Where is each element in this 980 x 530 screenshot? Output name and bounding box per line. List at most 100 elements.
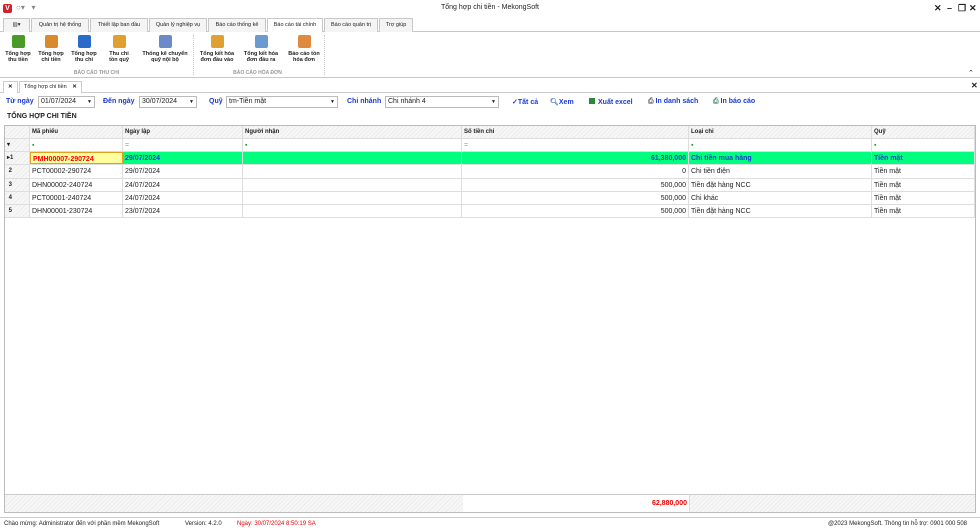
table-row[interactable]: ▸1 PMH00007-290724 29/07/2024 61,380,000 Chi… xyxy=(5,152,975,166)
cell-so-tien-chi[interactable]: 0 xyxy=(462,165,689,178)
filter-row: ▾ ▪ = ▪ = ▪ ▪ xyxy=(5,139,975,152)
cell-ma-phieu[interactable]: PCT00001-240724 xyxy=(30,191,123,205)
cell-ngay-lap[interactable]: 29/07/2024 xyxy=(123,152,243,165)
excel-icon xyxy=(589,98,595,104)
view-button[interactable]: 🔍︎Xem xyxy=(550,98,574,106)
tab-management[interactable]: Báo cáo quản trị xyxy=(324,18,378,32)
row-number: 1 xyxy=(10,155,14,161)
filter-equals-icon[interactable]: = xyxy=(462,139,689,151)
fund-select[interactable]: tm-Tiền mặt ▼ xyxy=(226,96,338,108)
table-row[interactable]: 3 DHN00002-240724 24/07/2024 500,000 Tiền đặ… xyxy=(5,178,975,192)
cell-nguoi-nhan[interactable] xyxy=(243,152,462,165)
cell-quy[interactable]: Tiền mặt xyxy=(872,178,975,191)
chart-icon xyxy=(77,35,91,48)
tab-system[interactable]: Quản trị hệ thống xyxy=(31,18,89,32)
to-date-picker[interactable]: 30/07/2024 ▼ xyxy=(139,96,197,108)
cell-ma-phieu[interactable]: DHN00002-240724 xyxy=(30,178,123,191)
print-list-label: In danh sách xyxy=(655,98,699,105)
cell-ngay-lap[interactable]: 29/07/2024 xyxy=(123,165,243,178)
title-bar: V ○▾ ▾ Tổng hợp chi tiền - MekongSoft ✕ … xyxy=(0,0,980,17)
column-header-ngay-lap[interactable]: Ngày lập xyxy=(123,126,243,138)
view-label: Xem xyxy=(558,99,574,106)
branch-select[interactable]: Chi nhánh 4 ▼ xyxy=(385,96,499,108)
button-label: chi tiền xyxy=(41,57,61,63)
print-report-button[interactable]: ⎙ In báo cáo xyxy=(713,98,755,106)
cell-nguoi-nhan[interactable] xyxy=(243,165,462,178)
table-row[interactable]: 4 PCT00001-240724 24/07/2024 500,000 Chi khá… xyxy=(5,191,975,206)
close-doc-icon[interactable]: ✕ xyxy=(971,81,978,90)
report-print-icon: ⎙ xyxy=(713,98,721,105)
print-list-button[interactable]: ⎙ In danh sách xyxy=(648,98,698,106)
from-date-picker[interactable]: 01/07/2024 ▼ xyxy=(38,96,95,108)
column-header-quy[interactable]: Quỹ xyxy=(872,126,975,138)
filter-row-icon: ▾ xyxy=(5,139,30,151)
tab-setup[interactable]: Thiết lập ban đầu xyxy=(90,18,148,32)
tong-hop-thu-chi-button[interactable]: Tổng hợp thu chi xyxy=(70,35,98,63)
cell-ngay-lap[interactable]: 24/07/2024 xyxy=(123,178,243,191)
close-icon[interactable]: ✕ xyxy=(934,3,942,14)
cell-loai-chi[interactable]: Chi tiền mua hàng xyxy=(689,152,872,165)
data-grid: Mã phiếu Ngày lập Người nhận Số tiền chi Loạ… xyxy=(4,125,976,513)
cell-ngay-lap[interactable]: 24/07/2024 xyxy=(123,191,243,205)
collapse-ribbon-icon[interactable]: ⌃ xyxy=(968,69,974,77)
doc-tab-label: Tổng hợp chi tiền xyxy=(24,84,67,90)
minimize-icon[interactable]: – xyxy=(947,3,952,13)
table-row[interactable]: 5 DHN00001-230724 23/07/2024 500,000 Tiền đặ… xyxy=(5,205,975,219)
cell-loai-chi[interactable]: Chi khác xyxy=(689,191,872,205)
export-excel-button[interactable]: Xuất excel xyxy=(589,98,633,106)
row-indicator: 5 xyxy=(5,205,30,218)
restore-icon[interactable]: ❐ xyxy=(958,3,966,14)
cell-ngay-lap[interactable]: 23/07/2024 xyxy=(123,205,243,218)
column-header-nguoi-nhan[interactable]: Người nhận xyxy=(243,126,462,138)
filter-contains-icon[interactable]: ▪ xyxy=(30,139,123,151)
cell-quy[interactable]: Tiền mặt xyxy=(872,205,975,218)
thu-chi-ton-quy-button[interactable]: Thu chi tồn quỹ xyxy=(106,35,132,63)
cell-nguoi-nhan[interactable] xyxy=(243,205,462,218)
all-checkbox[interactable]: ✓Tất cả xyxy=(512,98,538,106)
column-header-loai-chi[interactable]: Loại chi xyxy=(689,126,872,138)
doc-tab-chi-tien[interactable]: Tổng hợp chi tiền ✕ xyxy=(19,81,82,93)
cell-so-tien-chi[interactable]: 500,000 xyxy=(462,178,689,191)
cell-quy[interactable]: Tiền mặt xyxy=(872,165,975,178)
tab-help[interactable]: Trợ giúp xyxy=(379,18,413,32)
filter-contains-icon[interactable]: ▪ xyxy=(243,139,462,151)
from-date-value: 01/07/2024 xyxy=(41,98,77,105)
cell-ma-phieu[interactable]: DHN00001-230724 xyxy=(30,205,123,218)
report-icon xyxy=(297,35,311,48)
cell-quy[interactable]: Tiền mặt xyxy=(872,152,975,165)
cell-so-tien-chi[interactable]: 61,380,000 xyxy=(462,152,689,165)
cell-so-tien-chi[interactable]: 500,000 xyxy=(462,191,689,205)
filter-contains-icon[interactable]: ▪ xyxy=(872,139,975,151)
cell-ma-phieu[interactable]: PCT00002-290724 xyxy=(30,165,123,178)
cell-ma-phieu[interactable]: PMH00007-290724 xyxy=(30,152,123,165)
cell-loai-chi[interactable]: Tiền đặt hàng NCC xyxy=(689,178,872,191)
tong-ket-hd-dau-vao-button[interactable]: Tổng kết hóa đơn đầu vào xyxy=(197,35,237,63)
tong-hop-thu-tien-button[interactable]: Tổng hợp thu tiền xyxy=(4,35,32,63)
column-header-ma-phieu[interactable]: Mã phiếu xyxy=(30,126,123,138)
column-header-so-tien-chi[interactable]: Số tiền chi xyxy=(462,126,689,138)
close-all-icon[interactable]: ✕ xyxy=(3,81,18,93)
cell-quy[interactable]: Tiền mặt xyxy=(872,191,975,205)
fund-value: tm-Tiền mặt xyxy=(229,98,267,105)
tong-hop-chi-tien-button[interactable]: Tổng hợp chi tiền xyxy=(37,35,65,63)
bao-cao-ton-hoa-don-button[interactable]: Báo cáo tồn hóa đơn xyxy=(285,35,323,63)
cell-nguoi-nhan[interactable] xyxy=(243,178,462,191)
filter-equals-icon[interactable]: = xyxy=(123,139,243,151)
table-row[interactable]: 2 PCT00002-290724 29/07/2024 0 Chi tiền điện… xyxy=(5,165,975,179)
close-window-icon[interactable]: ✕ xyxy=(969,3,977,14)
transfer-icon xyxy=(158,35,172,48)
cell-nguoi-nhan[interactable] xyxy=(243,191,462,205)
app-menu-button[interactable]: ▥▾ xyxy=(3,18,30,32)
tab-operations[interactable]: Quản lý nghiệp vụ xyxy=(149,18,207,32)
tab-finance[interactable]: Báo cáo tài chính xyxy=(267,18,323,33)
tong-ket-hd-dau-ra-button[interactable]: Tổng kết hóa đơn đầu ra xyxy=(241,35,281,63)
cell-loai-chi[interactable]: Chi tiền điện xyxy=(689,165,872,178)
tab-statistics[interactable]: Báo cáo thống kê xyxy=(208,18,266,32)
cell-loai-chi[interactable]: Tiền đặt hàng NCC xyxy=(689,205,872,218)
thong-ke-chuyen-quy-button[interactable]: Thống kê chuyển quỹ nội bộ xyxy=(140,35,190,63)
close-tab-icon[interactable]: ✕ xyxy=(72,84,77,90)
row-number: 3 xyxy=(8,181,13,188)
cell-so-tien-chi[interactable]: 500,000 xyxy=(462,205,689,218)
group-label-thu-chi: BÁO CÁO THU CHI xyxy=(73,70,120,76)
filter-contains-icon[interactable]: ▪ xyxy=(689,139,872,151)
